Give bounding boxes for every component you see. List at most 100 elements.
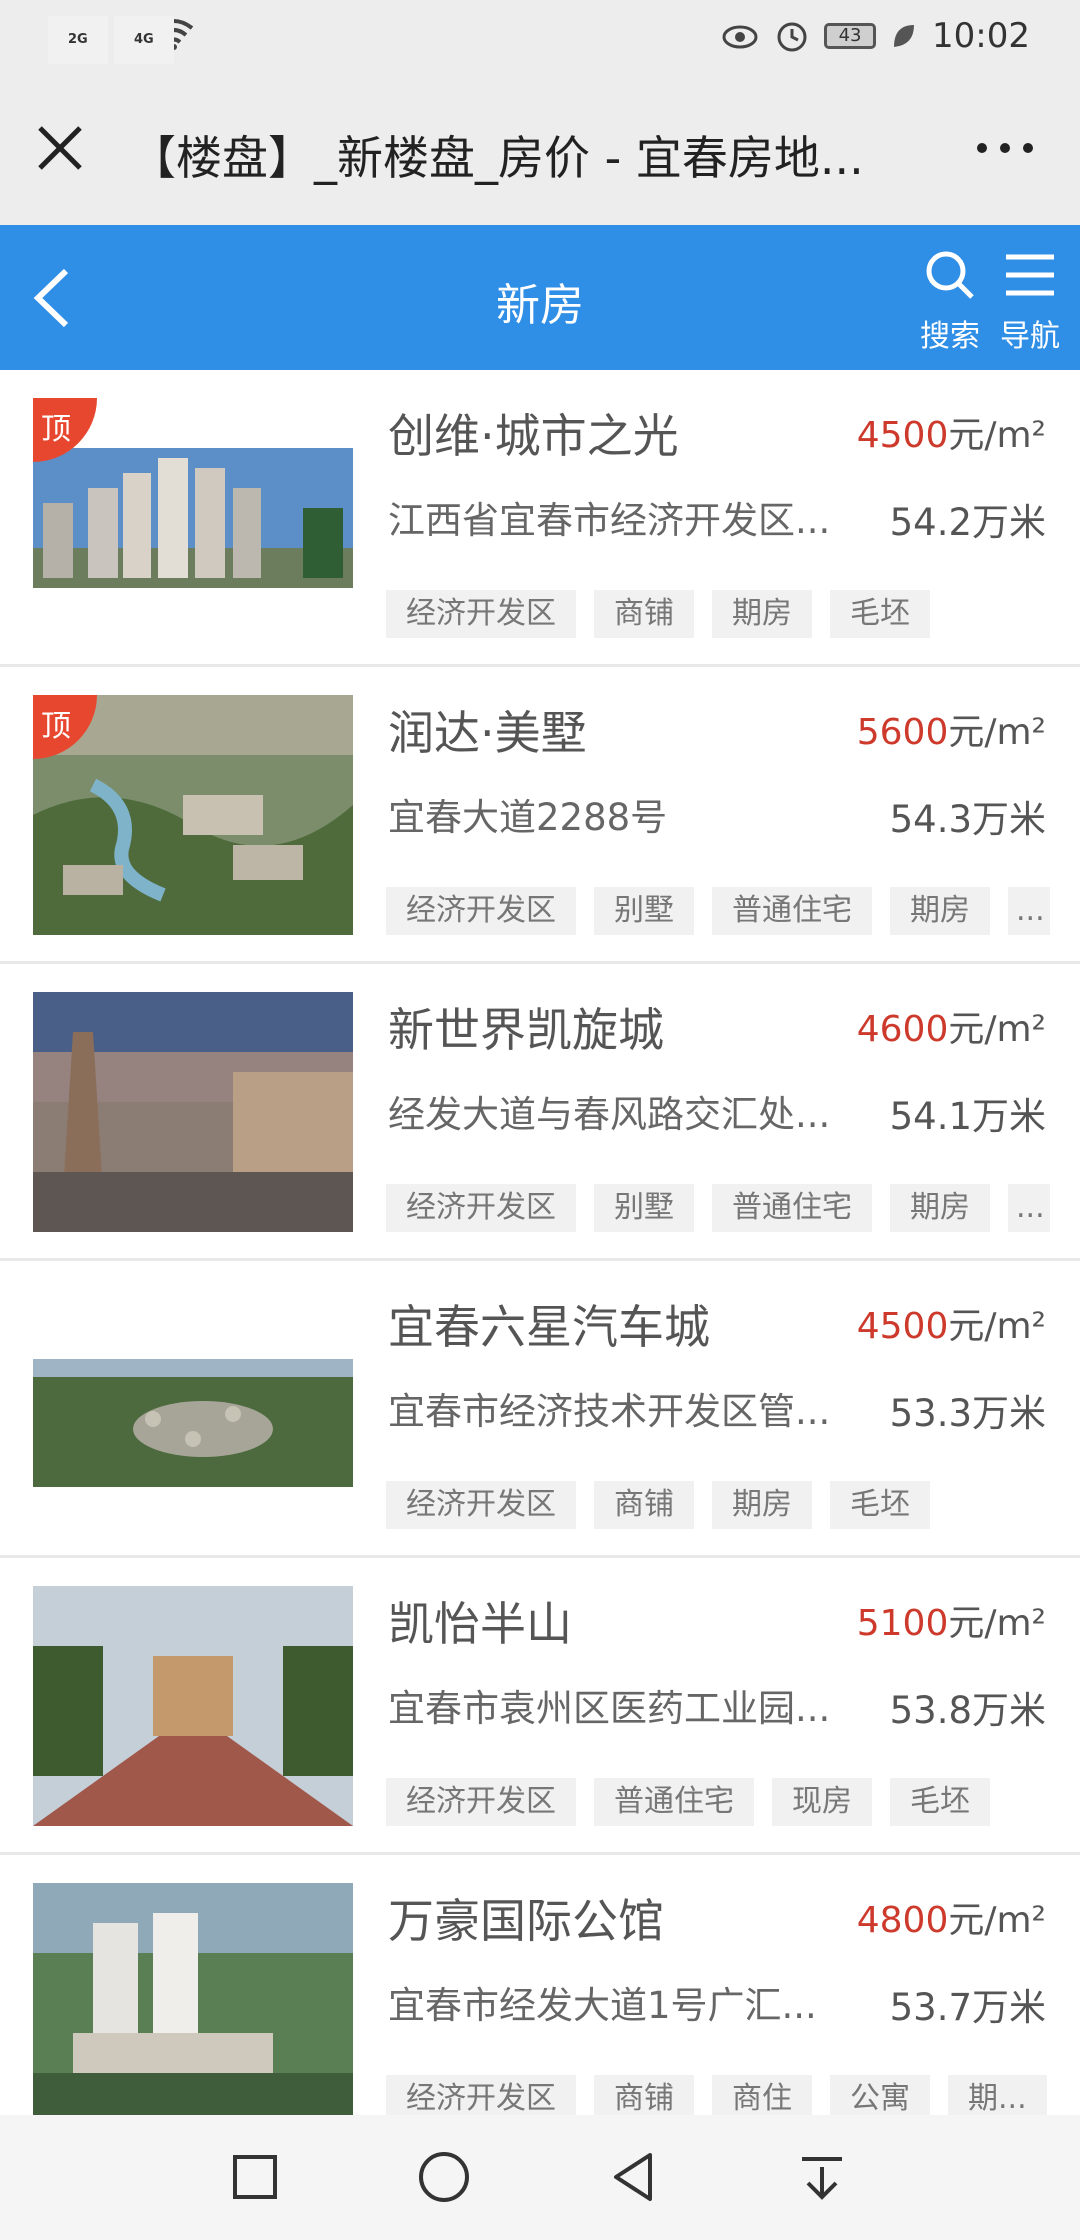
listing-photo — [33, 1883, 353, 2115]
listing-name: 创维·城市之光 — [388, 409, 679, 463]
price-value: 4500 — [856, 1306, 949, 1347]
listing-name: 凯怡半山 — [388, 1597, 572, 1651]
listing-item[interactable]: 顶 创维·城市之光 4500元/m² 江西省宜春市经济开发区... 54.2万米… — [0, 370, 1080, 667]
price-value: 4800 — [856, 1900, 949, 1941]
listing-photo: 顶 — [33, 695, 353, 935]
signal-4g-icon: 4G — [114, 16, 174, 64]
tag: 期房 — [712, 1481, 812, 1529]
close-icon[interactable] — [30, 118, 90, 178]
square-icon[interactable] — [223, 2145, 287, 2209]
search-button[interactable]: 搜索 — [912, 247, 988, 355]
tag: 经济开发区 — [386, 1778, 576, 1826]
listing-name: 新世界凯旋城 — [388, 1003, 664, 1057]
price-value: 4600 — [856, 1009, 949, 1050]
listing-item[interactable]: 顶 润达·美墅 5600元/m² 宜春大道2288号 54.3万米 经济开发区 … — [0, 667, 1080, 964]
price-unit: 元/m² — [948, 1603, 1046, 1644]
tag: 现房 — [772, 1778, 872, 1826]
tag: 经济开发区 — [386, 1481, 576, 1529]
tag: 期房 — [712, 590, 812, 638]
signal-4g-label: 4G — [114, 16, 174, 64]
tag: 毛坯 — [830, 590, 930, 638]
listing-name: 润达·美墅 — [388, 706, 587, 760]
signal-2g-icon: 2G — [48, 16, 108, 64]
battery-icon: 43 — [824, 23, 877, 49]
more-icon[interactable] — [970, 128, 1040, 168]
listing-item[interactable]: 万豪国际公馆 4800元/m² 宜春市经发大道1号广汇... 53.7万米 经济… — [0, 1855, 1080, 2115]
listing-price: 4500元/m² — [857, 1297, 1046, 1349]
listing-distance: 54.1万米 — [889, 1095, 1046, 1138]
price-unit: 元/m² — [948, 415, 1046, 456]
listing-distance: 54.3万米 — [889, 798, 1046, 841]
clock: 10:02 — [932, 16, 1030, 56]
listing-distance: 54.2万米 — [889, 501, 1046, 544]
triangle-back-icon[interactable] — [602, 2145, 666, 2209]
tag: 经济开发区 — [386, 1184, 576, 1232]
search-icon — [926, 251, 974, 299]
price-unit: 元/m² — [948, 1900, 1046, 1941]
listing-tags: 经济开发区 商铺 商住 公寓 期... — [386, 2075, 1050, 2115]
listing-item[interactable]: 新世界凯旋城 4600元/m² 经发大道与春风路交汇处... 54.1万米 经济… — [0, 964, 1080, 1261]
listing-photo — [33, 1289, 353, 1529]
price-value: 4500 — [856, 415, 949, 456]
price-value: 5600 — [856, 712, 949, 753]
tag: 期房 — [890, 887, 990, 935]
listing-list: 顶 创维·城市之光 4500元/m² 江西省宜春市经济开发区... 54.2万米… — [0, 370, 1080, 2115]
listing-price: 5100元/m² — [857, 1594, 1046, 1646]
listing-tags: 经济开发区 别墅 普通住宅 期房 ... — [386, 1184, 1050, 1234]
listing-address: 宜春市袁州区医药工业园... — [388, 1687, 831, 1730]
tag: ... — [1008, 887, 1050, 935]
listing-address: 宜春市经发大道1号广汇... — [388, 1984, 817, 2027]
tag: 商住 — [712, 2075, 812, 2115]
listing-address: 宜春大道2288号 — [388, 796, 668, 839]
listing-price: 5600元/m² — [857, 703, 1046, 755]
price-unit: 元/m² — [948, 712, 1046, 753]
nav-button[interactable]: 导航 — [992, 247, 1068, 355]
listing-price: 4600元/m² — [857, 1000, 1046, 1052]
status-bar: 2G 4G 43 10:02 — [0, 0, 1080, 80]
tag: ... — [1008, 1184, 1050, 1232]
tag: 普通住宅 — [712, 1184, 872, 1232]
listing-name: 万豪国际公馆 — [388, 1894, 664, 1948]
listing-name: 宜春六星汽车城 — [388, 1300, 710, 1354]
listing-address: 江西省宜春市经济开发区... — [388, 499, 831, 542]
download-icon[interactable] — [790, 2145, 854, 2209]
tag: 毛坯 — [890, 1778, 990, 1826]
listing-photo — [33, 992, 353, 1232]
app-header: 新房 搜索 导航 — [0, 225, 1080, 370]
listing-price: 4800元/m² — [857, 1891, 1046, 1943]
eye-icon — [722, 25, 758, 49]
circle-icon[interactable] — [412, 2145, 476, 2209]
price-unit: 元/m² — [948, 1306, 1046, 1347]
tag: 经济开发区 — [386, 590, 576, 638]
listing-item[interactable]: 宜春六星汽车城 4500元/m² 宜春市经济技术开发区管... 53.3万米 经… — [0, 1261, 1080, 1558]
page-title: 【楼盘】_新楼盘_房价 - 宜春房地... — [130, 131, 864, 185]
tag: 商铺 — [594, 590, 694, 638]
signal-2g-label: 2G — [48, 16, 108, 64]
listing-distance: 53.3万米 — [889, 1392, 1046, 1435]
listing-photo — [33, 1586, 353, 1826]
listing-address: 宜春市经济技术开发区管... — [388, 1390, 831, 1433]
menu-icon — [1006, 254, 1054, 296]
listing-price: 4500元/m² — [857, 406, 1046, 458]
browser-title-bar: 【楼盘】_新楼盘_房价 - 宜春房地... — [0, 80, 1080, 225]
price-value: 5100 — [856, 1603, 949, 1644]
tag: 期房 — [890, 1184, 990, 1232]
alarm-icon — [777, 22, 807, 52]
listing-tags: 经济开发区 商铺 期房 毛坯 — [386, 590, 1050, 640]
tag: 毛坯 — [830, 1481, 930, 1529]
tag: 商铺 — [594, 1481, 694, 1529]
listing-item[interactable]: 凯怡半山 5100元/m² 宜春市袁州区医药工业园... 53.8万米 经济开发… — [0, 1558, 1080, 1855]
tag: 普通住宅 — [712, 887, 872, 935]
listing-distance: 53.8万米 — [889, 1689, 1046, 1732]
listing-tags: 经济开发区 别墅 普通住宅 期房 ... — [386, 887, 1050, 937]
nav-label: 导航 — [1000, 319, 1060, 354]
tag: 期... — [948, 2075, 1047, 2115]
tag: 经济开发区 — [386, 887, 576, 935]
tag: 别墅 — [594, 1184, 694, 1232]
tag: 公寓 — [830, 2075, 930, 2115]
tag: 普通住宅 — [594, 1778, 754, 1826]
listing-tags: 经济开发区 商铺 期房 毛坯 — [386, 1481, 1050, 1531]
tag: 商铺 — [594, 2075, 694, 2115]
listing-address: 经发大道与春风路交汇处... — [388, 1093, 831, 1136]
system-nav-bar — [0, 2115, 1080, 2240]
